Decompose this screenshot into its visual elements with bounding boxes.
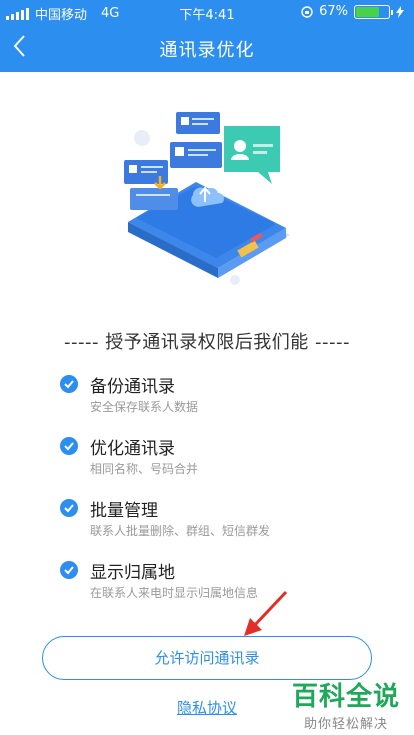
feature-subtitle: 联系人批量删除、群组、短信群发 — [90, 524, 271, 538]
section-title: ----- 授予通讯录权限后我们能 ----- — [64, 332, 350, 353]
check-icon — [60, 561, 78, 579]
battery-icon — [354, 4, 393, 19]
check-icon — [60, 375, 78, 393]
status-bar: 中国移动 4G 下午4:41 67% — [0, 0, 414, 24]
watermark: 百科全说 助你轻松解决 — [292, 676, 400, 732]
feature-subtitle: 安全保存联系人数据 — [90, 400, 199, 414]
feature-title: 备份通讯录 — [90, 377, 175, 397]
header: 中国移动 4G 下午4:41 67% 通讯录优化 — [0, 0, 414, 72]
check-icon — [60, 499, 78, 517]
charging-icon — [396, 5, 404, 18]
contacts-illustration — [124, 112, 290, 285]
annotation-arrow — [244, 590, 288, 636]
rotation-lock-icon — [301, 5, 313, 18]
feature-subtitle: 相同名称、号码合并 — [90, 462, 199, 476]
page-title: 通讯录优化 — [159, 40, 255, 61]
feature-title: 显示归属地 — [90, 563, 175, 583]
feature-title: 优化通讯录 — [90, 439, 175, 459]
watermark-title: 百科全说 — [291, 682, 400, 712]
privacy-policy-link[interactable]: 隐私协议 — [177, 699, 237, 717]
nav-bar: 通讯录优化 — [0, 24, 414, 72]
allow-access-button[interactable]: 允许访问通讯录 — [42, 636, 372, 680]
watermark-subtitle: 助你轻松解决 — [303, 717, 388, 732]
battery-percent: 67% — [319, 4, 348, 19]
feature-title: 批量管理 — [90, 501, 158, 521]
feature-subtitle: 在联系人来电时显示归属地信息 — [90, 586, 259, 600]
check-icon — [60, 437, 78, 455]
